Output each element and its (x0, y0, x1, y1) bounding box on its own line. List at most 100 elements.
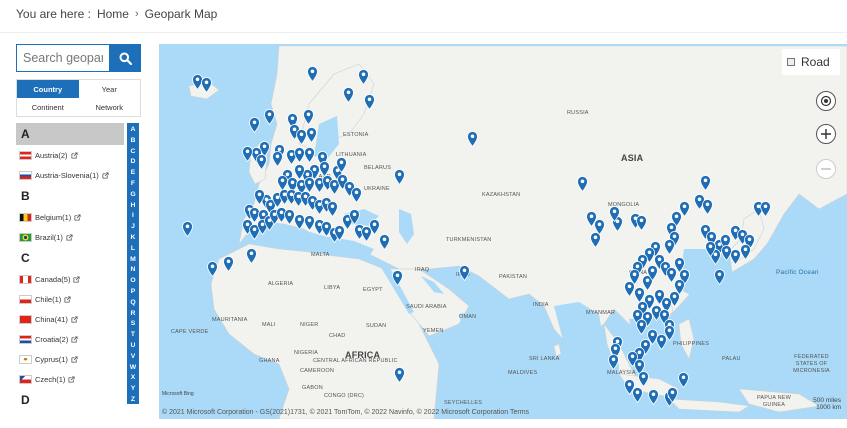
alpha-index-n[interactable]: N (131, 265, 136, 276)
country-item-canada[interactable]: Canada(5) (16, 269, 124, 289)
country-item-austria-slovenia[interactable]: Austria-Slovenia(1) (16, 165, 124, 185)
alpha-index-f[interactable]: F (131, 179, 135, 190)
alpha-index-c[interactable]: C (131, 147, 136, 158)
alpha-index-b[interactable]: B (131, 136, 136, 147)
alpha-index-g[interactable]: G (130, 190, 135, 201)
geopark-marker-icon[interactable] (391, 270, 403, 286)
geopark-marker-icon[interactable] (245, 248, 257, 264)
alpha-index-v[interactable]: V (131, 352, 136, 363)
tab-network[interactable]: Network (78, 98, 140, 116)
alpha-index-l[interactable]: L (131, 244, 135, 255)
geopark-marker-icon[interactable] (206, 261, 218, 277)
geopark-map[interactable]: RUSSIA ASIA AFRICA KAZAKHSTAN MONGOLIA T… (159, 44, 847, 419)
road-checkbox[interactable] (787, 58, 795, 66)
geopark-marker-icon[interactable] (222, 256, 234, 272)
geopark-marker-icon[interactable] (608, 206, 620, 222)
geopark-marker-icon[interactable] (393, 169, 405, 185)
geopark-marker-icon[interactable] (348, 209, 360, 225)
alpha-index-u[interactable]: U (131, 341, 136, 352)
country-item-chile[interactable]: Chile(1) (16, 289, 124, 309)
alpha-index-y[interactable]: Y (131, 384, 136, 395)
geopark-marker-icon[interactable] (305, 127, 317, 143)
alpha-index-z[interactable]: Z (131, 395, 135, 406)
geopark-marker-icon[interactable] (607, 354, 619, 370)
geopark-marker-icon[interactable] (263, 109, 275, 125)
tab-country[interactable]: Country (17, 80, 79, 98)
geopark-marker-icon[interactable] (647, 389, 659, 405)
geopark-marker-icon[interactable] (635, 319, 647, 335)
geopark-marker-icon[interactable] (271, 151, 283, 167)
country-item-austria[interactable]: Austria(2) (16, 145, 124, 165)
tab-continent[interactable]: Continent (17, 98, 79, 116)
geopark-marker-icon[interactable] (363, 94, 375, 110)
search-button[interactable] (109, 44, 141, 72)
map-attribution[interactable]: © 2021 Microsoft Corporation - GS(2021)1… (162, 409, 529, 416)
alpha-index-d[interactable]: D (131, 157, 136, 168)
geopark-marker-icon[interactable] (255, 154, 267, 170)
geopark-marker-icon[interactable] (378, 234, 390, 250)
alpha-index-p[interactable]: P (131, 287, 136, 298)
geopark-marker-icon[interactable] (699, 175, 711, 191)
geopark-marker-icon[interactable] (368, 219, 380, 235)
geopark-marker-icon[interactable] (393, 367, 405, 383)
geopark-marker-icon[interactable] (241, 146, 253, 162)
breadcrumb-home-link[interactable]: Home (97, 7, 129, 21)
geopark-marker-icon[interactable] (631, 387, 643, 403)
alpha-index-q[interactable]: Q (130, 298, 135, 309)
geopark-marker-icon[interactable] (576, 176, 588, 192)
country-item-brazil[interactable]: Brazil(1) (16, 227, 124, 247)
geopark-marker-icon[interactable] (466, 131, 478, 147)
locate-me-button[interactable] (816, 91, 836, 111)
alpha-index-m[interactable]: M (130, 255, 136, 266)
label-congo-drc: CONGO (DRC) (324, 393, 365, 399)
alpha-index-k[interactable]: K (131, 233, 136, 244)
alpha-index-t[interactable]: T (131, 330, 135, 341)
geopark-marker-icon[interactable] (666, 387, 678, 403)
alpha-index-h[interactable]: H (131, 201, 136, 212)
geopark-marker-icon[interactable] (181, 221, 193, 237)
road-layer-toggle[interactable]: Road (782, 49, 840, 75)
geopark-marker-icon[interactable] (739, 244, 751, 260)
zoom-in-button[interactable] (816, 124, 836, 144)
alpha-index-j[interactable]: J (131, 222, 135, 233)
country-item-cyprus[interactable]: Cyprus(1) (16, 349, 124, 369)
country-item-croatia[interactable]: Croatia(2) (16, 329, 124, 349)
alpha-index-e[interactable]: E (131, 168, 136, 179)
geopark-marker-icon[interactable] (720, 245, 732, 261)
zoom-out-button[interactable] (816, 159, 836, 179)
geopark-marker-icon[interactable] (589, 232, 601, 248)
geopark-marker-icon[interactable] (253, 189, 265, 205)
country-item-china[interactable]: China(41) (16, 309, 124, 329)
geopark-marker-icon[interactable] (306, 66, 318, 82)
geopark-marker-icon[interactable] (248, 117, 260, 133)
country-item-czech[interactable]: Czech(1) (16, 369, 124, 389)
geopark-marker-icon[interactable] (713, 269, 725, 285)
search-input[interactable] (16, 44, 109, 72)
geopark-marker-icon[interactable] (200, 77, 212, 93)
geopark-marker-icon[interactable] (302, 109, 314, 125)
geopark-marker-icon[interactable] (357, 69, 369, 85)
alpha-index-a[interactable]: A (131, 125, 136, 136)
geopark-marker-icon[interactable] (653, 289, 665, 305)
geopark-marker-icon[interactable] (303, 147, 315, 163)
geopark-marker-icon[interactable] (637, 371, 649, 387)
geopark-marker-icon[interactable] (701, 199, 713, 215)
geopark-marker-icon[interactable] (759, 201, 771, 217)
geopark-marker-icon[interactable] (342, 87, 354, 103)
geopark-marker-icon[interactable] (335, 157, 347, 173)
alpha-index-i[interactable]: I (132, 211, 134, 222)
alpha-index-r[interactable]: R (131, 309, 136, 320)
alpha-index-w[interactable]: W (130, 363, 136, 374)
alpha-index-s[interactable]: S (131, 319, 136, 330)
geopark-marker-icon[interactable] (458, 265, 470, 281)
geopark-marker-icon[interactable] (326, 201, 338, 217)
alpha-index-o[interactable]: O (130, 276, 135, 287)
geopark-marker-icon[interactable] (677, 372, 689, 388)
tab-year[interactable]: Year (78, 80, 140, 98)
geopark-marker-icon[interactable] (663, 239, 675, 255)
geopark-marker-icon[interactable] (635, 215, 647, 231)
country-item-belgium[interactable]: Belgium(1) (16, 207, 124, 227)
geopark-marker-icon[interactable] (704, 241, 716, 257)
alpha-index-x[interactable]: X (131, 373, 136, 384)
geopark-marker-icon[interactable] (350, 187, 362, 203)
